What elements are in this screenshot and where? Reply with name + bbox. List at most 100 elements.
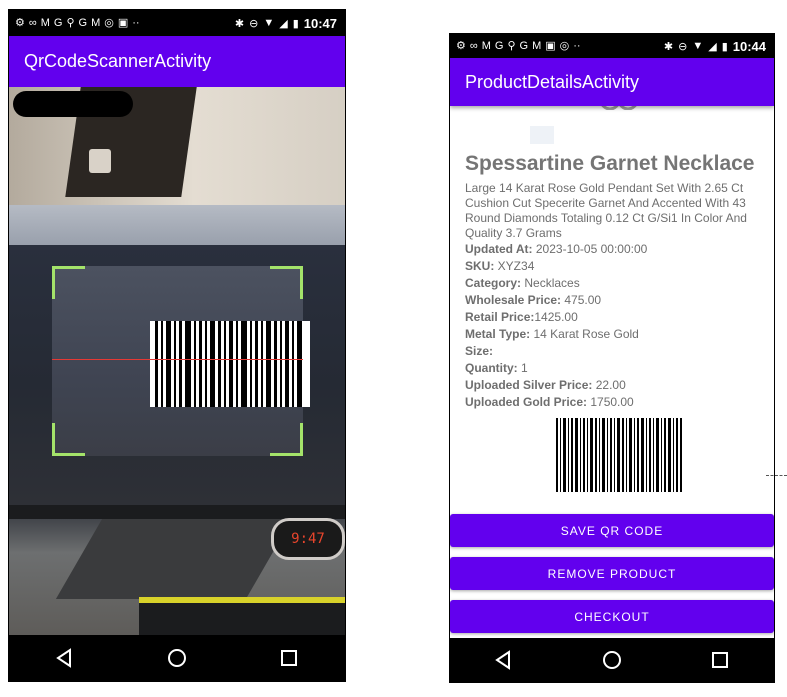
camera-background-sticker (89, 149, 111, 173)
barcode-graphic (155, 321, 302, 407)
home-icon[interactable] (601, 649, 623, 671)
system-icons: ✱ ⊖ ▼ ◢ ▮ 10:44 (664, 39, 774, 54)
circle-app-icon: ◎ (559, 39, 570, 52)
checkout-button[interactable]: CHECKOUT (450, 600, 774, 633)
field-gold-price: Uploaded Gold Price: 1750.00 (465, 394, 647, 411)
phone-qr-scanner: ⚙ ∞ M G ⚲ G M ◎ ▣ ·· ✱ ⊖ ▼ ◢ ▮ 10:47 QrC… (8, 9, 346, 682)
dashed-connector (766, 475, 787, 477)
scanned-barcode-image (150, 321, 310, 407)
notification-icon: ⚙ (15, 16, 25, 29)
wifi-icon: ▼ (263, 17, 275, 29)
system-icons: ✱ ⊖ ▼ ◢ ▮ 10:47 (235, 16, 345, 31)
scanner-viewfinder (52, 266, 310, 456)
back-icon[interactable] (54, 647, 76, 669)
field-value: XYZ34 (494, 259, 535, 273)
app-bar: ProductDetailsActivity (450, 58, 774, 106)
field-label: Uploaded Gold Price: (465, 395, 588, 409)
signal-icon: ◢ (279, 17, 288, 30)
viewfinder-corner (52, 423, 85, 456)
image-icon: ▣ (545, 39, 556, 52)
remove-product-button[interactable]: REMOVE PRODUCT (450, 557, 774, 590)
do-not-disturb-icon: ⊖ (678, 40, 688, 53)
status-bar: ⚙ ∞ M G ⚲ G M ◎ ▣ ·· ✱ ⊖ ▼ ◢ ▮ 10:47 (9, 10, 345, 36)
field-label: Size: (465, 344, 494, 358)
camera-background-bezel (9, 505, 345, 519)
battery-icon: ▮ (292, 17, 299, 30)
field-value: 22.00 (592, 378, 626, 392)
key-icon: ⚲ (66, 16, 75, 29)
status-clock: 10:44 (732, 38, 766, 54)
field-label: Uploaded Silver Price: (465, 378, 593, 392)
field-label: Retail Price: (465, 310, 535, 324)
notification-icons: ⚙ ∞ M G ⚲ G M ◎ ▣ ·· (9, 16, 140, 29)
field-value: Necklaces (521, 276, 580, 290)
product-description: Large 14 Karat Rose Gold Pendant Set Wit… (465, 181, 747, 240)
recents-icon[interactable] (709, 649, 731, 671)
notification-icon: ⚙ (456, 39, 466, 52)
camera-background-clock: 9:47 (271, 518, 345, 560)
home-icon[interactable] (166, 647, 188, 669)
wifi-icon: ▼ (692, 40, 704, 52)
signal-icon: ◢ (708, 40, 717, 53)
product-barcode (556, 418, 682, 492)
google-icon: G (78, 16, 88, 29)
field-value: 1425.00 (534, 310, 578, 324)
app-bar: QrCodeScannerActivity (9, 36, 345, 87)
bluetooth-icon: ✱ (663, 40, 674, 53)
field-label: Category: (465, 276, 522, 290)
clock-display: 9:47 (291, 531, 325, 547)
bluetooth-icon: ✱ (234, 17, 245, 30)
google-icon: G (519, 39, 529, 52)
field-metal-type: Metal Type: 14 Karat Rose Gold (465, 326, 647, 343)
notification-icons: ⚙ ∞ M G ⚲ G M ▣ ◎ ·· (450, 39, 581, 52)
field-wholesale-price: Wholesale Price: 475.00 (465, 292, 647, 309)
status-clock: 10:47 (303, 15, 337, 31)
field-quantity: Quantity: 1 (465, 360, 647, 377)
field-category: Category: Necklaces (465, 275, 647, 292)
product-details-content[interactable]: Spessartine Garnet Necklace Large 14 Kar… (450, 106, 774, 638)
product-fields: Updated At: 2023-10-05 00:00:00 SKU: XYZ… (465, 241, 647, 411)
field-value: 1750.00 (587, 395, 634, 409)
more-notifications-icon: ·· (132, 16, 140, 29)
field-value: 2023-10-05 00:00:00 (532, 242, 648, 256)
camera-background-browser (9, 205, 345, 245)
back-icon[interactable] (493, 649, 515, 671)
scanner-laser-line (52, 359, 303, 360)
more-notifications-icon: ·· (573, 39, 581, 52)
field-label: Metal Type: (465, 327, 531, 341)
field-label: Quantity: (465, 361, 518, 375)
app-bar-title: QrCodeScannerActivity (24, 51, 212, 71)
product-thumbnail (530, 126, 554, 144)
recents-icon[interactable] (278, 647, 300, 669)
gmail-icon: M (532, 39, 542, 52)
camera-background-keyboard (139, 597, 345, 635)
field-label: SKU: (465, 259, 495, 273)
voicemail-icon: ∞ (28, 16, 37, 29)
field-label: Updated At: (465, 242, 533, 256)
status-bar: ⚙ ∞ M G ⚲ G M ▣ ◎ ·· ✱ ⊖ ▼ ◢ ▮ 10:44 (450, 34, 774, 58)
field-sku: SKU: XYZ34 (465, 258, 647, 275)
save-qr-code-button[interactable]: SAVE QR CODE (450, 514, 774, 547)
field-silver-price: Uploaded Silver Price: 22.00 (465, 377, 647, 394)
field-size: Size: (465, 343, 647, 360)
product-image (601, 106, 637, 110)
navigation-bar (9, 635, 345, 681)
circle-app-icon: ◎ (104, 16, 114, 29)
field-label: Wholesale Price: (465, 293, 562, 307)
viewfinder-corner (270, 423, 303, 456)
navigation-bar (450, 638, 774, 682)
redacted-bar (13, 91, 133, 117)
battery-icon: ▮ (721, 40, 728, 53)
google-icon: G (494, 39, 504, 52)
field-updated-at: Updated At: 2023-10-05 00:00:00 (465, 241, 647, 258)
viewfinder-corner (52, 266, 85, 299)
viewfinder-corner (270, 266, 303, 299)
gmail-icon: M (91, 16, 101, 29)
app-bar-title: ProductDetailsActivity (465, 71, 640, 92)
voicemail-icon: ∞ (469, 39, 478, 52)
gmail-icon: M (40, 16, 50, 29)
camera-background-stand (55, 519, 293, 599)
camera-preview[interactable]: 9:47 (9, 87, 345, 635)
field-value: 475.00 (561, 293, 602, 307)
image-icon: ▣ (117, 16, 129, 29)
